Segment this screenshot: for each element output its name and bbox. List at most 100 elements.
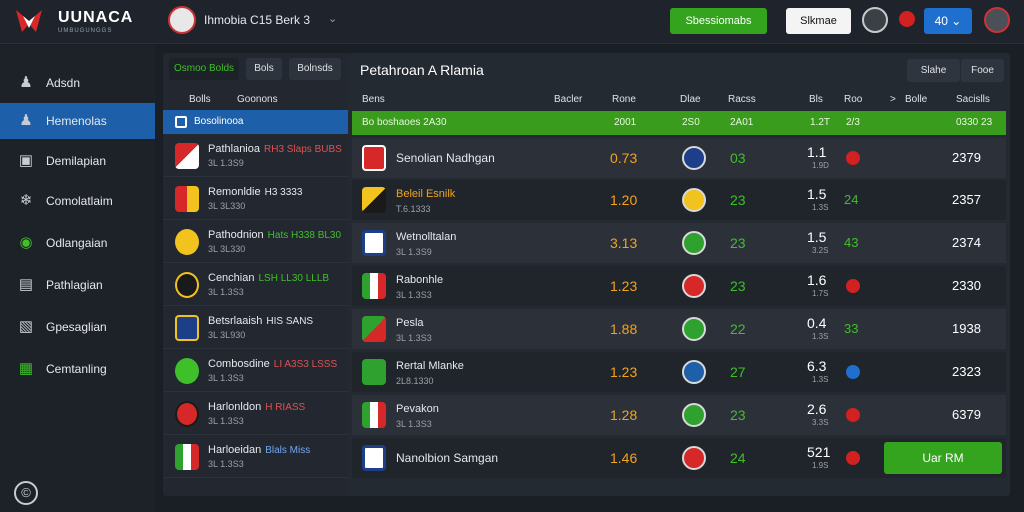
share-button[interactable]: Slahe [907,59,960,82]
odds-value[interactable]: 43 [844,235,858,250]
summary-label: Bo boshaoes 2A30 [362,117,447,128]
odds-value[interactable]: 24 [844,192,858,207]
odds-value[interactable]: 27 [730,364,746,380]
grid-icon: ▦ [18,360,34,377]
odds-value[interactable]: 23 [730,407,746,423]
team-crest-icon [362,187,386,213]
odds-value[interactable]: 23 [730,235,746,251]
team-crest-icon [362,359,386,385]
odds-value[interactable]: 03 [730,150,746,166]
selected-filter-label: Bosolinooa [194,116,244,127]
odds-value[interactable]: 1.6 [807,272,826,288]
team-list-item[interactable]: Cenchian LSH LL30 LLLB 3L 1.3S3 [163,264,350,306]
team-tag: H RIASS [265,402,306,413]
table-row[interactable]: Pevakon 3L 1.3S3 1.28 23 2.6 3.3S 6379 [352,395,1006,435]
odds-value[interactable]: 23 [730,192,746,208]
sort-arrow-icon[interactable]: > [890,94,896,105]
team-meta: 3L 1.3S9 [208,158,244,168]
table-row[interactable]: Rabonhle 3L 1.3S3 1.23 23 1.6 1.7S 2330 [352,266,1006,306]
team-name: Pathlanioa RH3 Slaps BUBS [208,143,342,155]
tab-bols[interactable]: Bols [246,58,282,80]
settings-icon[interactable]: © [14,481,38,505]
sidebar-item-7[interactable]: ▧ Gpesaglian [0,309,155,345]
team-list-item[interactable]: Remonldie H3 3333 3L 3L330 [163,178,350,220]
team-name: Betsrlaaish HIS SANS [208,315,313,327]
logo-icon [16,10,42,32]
circle-icon: ◉ [19,234,33,251]
odds-value[interactable]: 22 [730,321,746,337]
club-badge-icon [682,188,706,212]
odds-value[interactable]: 1.1 [807,144,826,160]
odds-value[interactable]: 521 [807,444,830,460]
odds-value[interactable]: 24 [730,450,746,466]
table-row[interactable]: Beleil Esnilk T.6.1333 1.20 23 1.5 1.3S … [352,180,1006,220]
selected-filter-row[interactable]: Bosolinooa [163,110,350,134]
team-list-item[interactable]: Harlonldon H RIASS 3L 1.3S3 [163,393,350,435]
odds-value[interactable]: 2.6 [807,401,826,417]
sidebar-item-4[interactable]: ❄ Comolatlaim [0,183,155,219]
balance-dropdown-button[interactable]: 40 ⌄ [924,8,972,34]
team-list-item[interactable]: Harloeidan Blals Miss 3L 1.3S3 [163,436,350,478]
puzzle-icon: ❄ [19,192,33,209]
team-list-item[interactable]: Pathodnion Hats H338 BL30 3L 3L330 [163,221,350,263]
sidebar-item-1[interactable]: ♟ Adsdn [0,65,155,101]
column-header: Rone [612,94,636,105]
app-logo[interactable]: UUNACA UMBUGUNGGS [12,6,142,36]
sidebar-item-3[interactable]: ▣ Demilapian [0,143,155,179]
sidebar-item-8[interactable]: ▦ Cemtanling [0,351,155,387]
odds-value[interactable]: 1.20 [610,192,650,208]
table-row[interactable]: Nanolbion Samgan 1.46 24 521 1.9S Uar RM [352,438,1006,478]
secondary-action-button[interactable]: Slkmae [786,8,851,34]
odds-value[interactable]: 23 [730,278,746,294]
table-row[interactable]: Senolian Nadhgan 0.73 03 1.1 1.9D 2379 [352,138,1006,178]
odds-value[interactable]: 0.4 [807,315,826,331]
table-row[interactable]: Rertal Mlanke 2L8.1330 1.23 27 6.3 1.3S … [352,352,1006,392]
team-meta: T.6.1333 [396,204,431,214]
sidebar-item-6[interactable]: ▤ Pathlagian [0,267,155,303]
odds-value[interactable]: 1.88 [610,321,650,337]
image-icon: ▣ [18,152,34,169]
team-list-item[interactable]: Combosdine LI A3S3 LSSS 3L 1.3S3 [163,350,350,392]
odds-value[interactable]: 33 [844,321,858,336]
chevron-down-icon[interactable]: ⌄ [328,12,337,25]
summary-value: 2S0 [682,117,700,128]
team-crest-icon [362,445,386,471]
table-row[interactable]: Wetnolltalan 3L 1.3S9 3.13 23 1.5 3.2S 4… [352,223,1006,263]
primary-action-button[interactable]: Sbessiomabs [670,8,767,34]
team-name-text: Harloeidan [208,444,262,456]
team-meta: 3L 1.3S3 [208,287,244,297]
odds-value[interactable]: 1.46 [610,450,650,466]
row-total: 2379 [952,150,981,165]
filter-button[interactable]: Fooe [961,59,1004,82]
row-total: 1938 [952,321,981,336]
table-row[interactable]: Pesla 3L 1.3S3 1.88 22 0.4 1.3S 33 1938 [352,309,1006,349]
profile-avatar[interactable] [984,7,1010,33]
club-badge-icon [682,446,706,470]
club-badge-icon [682,146,706,170]
odds-value[interactable]: 1.28 [610,407,650,423]
tab-bolnsds[interactable]: Bolnsds [289,58,341,80]
team-crest-icon [175,186,199,212]
team-list-item[interactable]: Betsrlaaish HIS SANS 3L 3L930 [163,307,350,349]
sidebar-item-label: Cemtanling [46,362,107,376]
odds-value[interactable]: 1.5 [807,229,826,245]
team-crest-icon [175,358,199,384]
odds-value[interactable]: 6.3 [807,358,826,374]
team-name-text: Harlonldon [208,401,262,413]
team-crest-icon [362,230,386,256]
notification-icon[interactable] [899,11,915,27]
place-bet-button[interactable]: Uar RM [884,442,1002,474]
sidebar-item-2[interactable]: ♟ Hemenolas [0,103,155,139]
odds-value[interactable]: 1.23 [610,278,650,294]
tab-teams[interactable]: Osmoo Bolds [169,58,239,80]
team-list-item[interactable]: Pathlanioa RH3 Slaps BUBS 3L 1.3S9 [163,135,350,177]
odds-value[interactable]: 0.73 [610,150,650,166]
odds-change: 1.9D [812,161,829,170]
club-crest-icon[interactable] [168,6,196,34]
sidebar-item-5[interactable]: ◉ Odlangaian [0,225,155,261]
odds-value[interactable]: 1.23 [610,364,650,380]
avatar[interactable] [862,7,888,33]
team-meta: 3L 1.3S3 [396,419,432,429]
odds-value[interactable]: 3.13 [610,235,650,251]
odds-value[interactable]: 1.5 [807,186,826,202]
